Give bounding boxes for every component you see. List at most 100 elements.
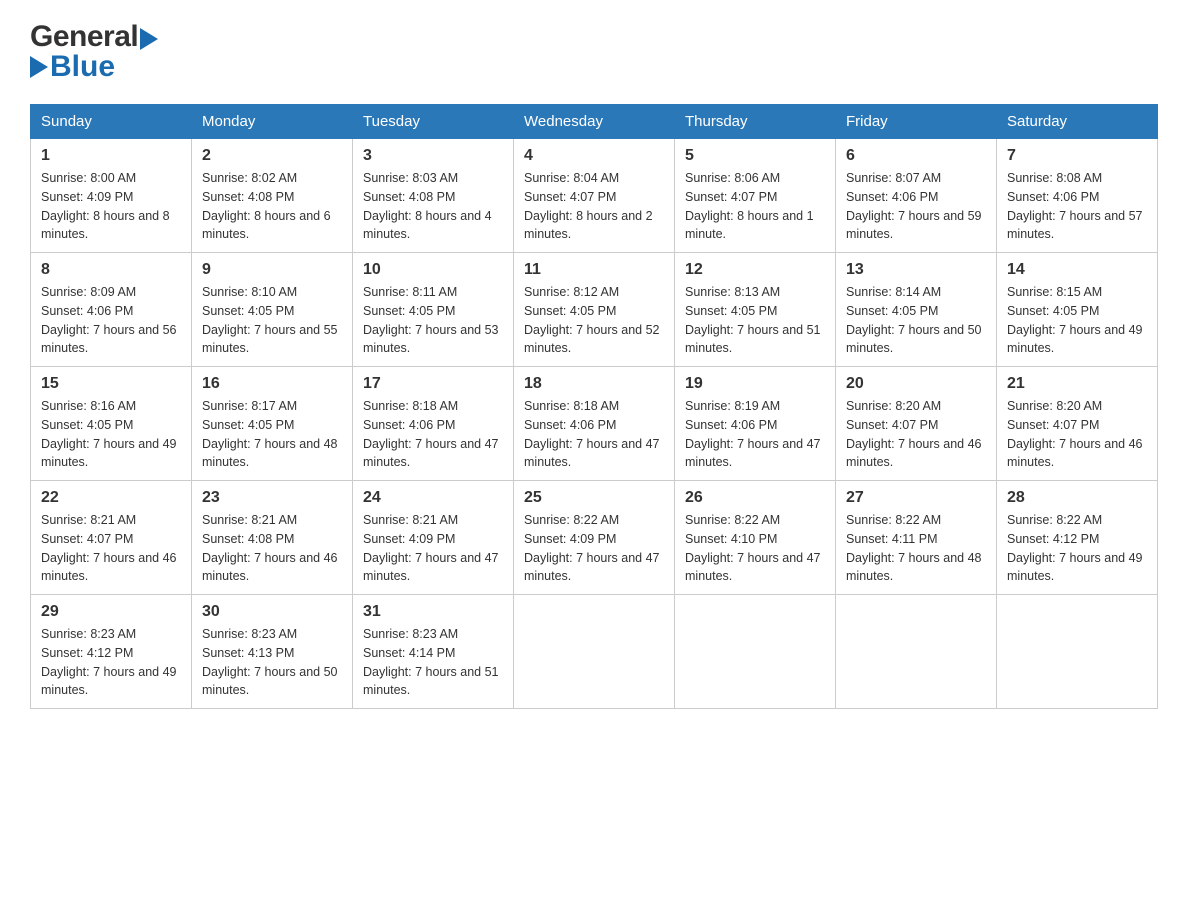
day-info: Sunrise: 8:15 AMSunset: 4:05 PMDaylight:…	[1007, 283, 1147, 358]
day-info: Sunrise: 8:22 AMSunset: 4:11 PMDaylight:…	[846, 511, 986, 586]
day-number: 21	[1007, 375, 1147, 393]
day-info: Sunrise: 8:23 AMSunset: 4:12 PMDaylight:…	[41, 625, 181, 700]
day-cell: 10Sunrise: 8:11 AMSunset: 4:05 PMDayligh…	[353, 253, 514, 367]
day-cell: 26 Sunrise: 8:22 AMSunset: 4:10 PMDayligh…	[675, 481, 836, 595]
week-row-3: 15Sunrise: 8:16 AMSunset: 4:05 PMDayligh…	[31, 367, 1158, 481]
day-cell: 1 Sunrise: 8:00 AMSunset: 4:09 PMDaylight…	[31, 139, 192, 253]
day-info: Sunrise: 8:22 AMSunset: 4:10 PMDaylight:…	[685, 511, 825, 586]
day-info: Sunrise: 8:00 AMSunset: 4:09 PMDaylight:…	[41, 169, 181, 244]
day-info: Sunrise: 8:06 AMSunset: 4:07 PMDaylight:…	[685, 169, 825, 244]
day-number: 27	[846, 489, 986, 507]
weekday-header-tuesday: Tuesday	[353, 105, 514, 139]
day-number: 15	[41, 375, 181, 393]
day-number: 3	[363, 147, 503, 165]
logo-blue-text: Blue	[50, 50, 115, 84]
day-info: Sunrise: 8:21 AMSunset: 4:09 PMDaylight:…	[363, 511, 503, 586]
day-number: 18	[524, 375, 664, 393]
day-cell: 7 Sunrise: 8:08 AMSunset: 4:06 PMDaylight…	[997, 139, 1158, 253]
day-cell: 21 Sunrise: 8:20 AMSunset: 4:07 PMDayligh…	[997, 367, 1158, 481]
day-info: Sunrise: 8:22 AMSunset: 4:09 PMDaylight:…	[524, 511, 664, 586]
day-number: 1	[41, 147, 181, 165]
day-number: 8	[41, 261, 181, 279]
day-cell: 20Sunrise: 8:20 AMSunset: 4:07 PMDayligh…	[836, 367, 997, 481]
day-number: 4	[524, 147, 664, 165]
day-info: Sunrise: 8:17 AMSunset: 4:05 PMDaylight:…	[202, 397, 342, 472]
day-number: 23	[202, 489, 342, 507]
day-number: 2	[202, 147, 342, 165]
page-header: General Blue	[30, 20, 1158, 84]
day-info: Sunrise: 8:19 AMSunset: 4:06 PMDaylight:…	[685, 397, 825, 472]
day-cell: 8 Sunrise: 8:09 AMSunset: 4:06 PMDaylight…	[31, 253, 192, 367]
header-row: SundayMondayTuesdayWednesdayThursdayFrid…	[31, 105, 1158, 139]
day-cell	[997, 595, 1158, 709]
day-number: 6	[846, 147, 986, 165]
day-info: Sunrise: 8:03 AMSunset: 4:08 PMDaylight:…	[363, 169, 503, 244]
day-cell: 6 Sunrise: 8:07 AMSunset: 4:06 PMDaylight…	[836, 139, 997, 253]
logo-arrow-icon	[140, 28, 158, 50]
day-info: Sunrise: 8:18 AMSunset: 4:06 PMDaylight:…	[363, 397, 503, 472]
day-cell	[675, 595, 836, 709]
day-number: 5	[685, 147, 825, 165]
weekday-header-monday: Monday	[192, 105, 353, 139]
day-number: 10	[363, 261, 503, 279]
day-number: 22	[41, 489, 181, 507]
day-info: Sunrise: 8:07 AMSunset: 4:06 PMDaylight:…	[846, 169, 986, 244]
logo-general-text: General	[30, 20, 138, 54]
day-cell: 29 Sunrise: 8:23 AMSunset: 4:12 PMDayligh…	[31, 595, 192, 709]
day-cell: 27 Sunrise: 8:22 AMSunset: 4:11 PMDayligh…	[836, 481, 997, 595]
day-cell: 5 Sunrise: 8:06 AMSunset: 4:07 PMDaylight…	[675, 139, 836, 253]
day-cell: 3 Sunrise: 8:03 AMSunset: 4:08 PMDaylight…	[353, 139, 514, 253]
day-cell: 22 Sunrise: 8:21 AMSunset: 4:07 PMDayligh…	[31, 481, 192, 595]
week-row-1: 1 Sunrise: 8:00 AMSunset: 4:09 PMDaylight…	[31, 139, 1158, 253]
day-cell: 25 Sunrise: 8:22 AMSunset: 4:09 PMDayligh…	[514, 481, 675, 595]
day-cell: 31 Sunrise: 8:23 AMSunset: 4:14 PMDayligh…	[353, 595, 514, 709]
day-cell: 12Sunrise: 8:13 AMSunset: 4:05 PMDayligh…	[675, 253, 836, 367]
day-info: Sunrise: 8:18 AMSunset: 4:06 PMDaylight:…	[524, 397, 664, 472]
calendar-table: SundayMondayTuesdayWednesdayThursdayFrid…	[30, 104, 1158, 709]
day-info: Sunrise: 8:09 AMSunset: 4:06 PMDaylight:…	[41, 283, 181, 358]
day-info: Sunrise: 8:22 AMSunset: 4:12 PMDaylight:…	[1007, 511, 1147, 586]
day-number: 24	[363, 489, 503, 507]
day-info: Sunrise: 8:21 AMSunset: 4:07 PMDaylight:…	[41, 511, 181, 586]
day-number: 16	[202, 375, 342, 393]
day-info: Sunrise: 8:20 AMSunset: 4:07 PMDaylight:…	[1007, 397, 1147, 472]
day-number: 7	[1007, 147, 1147, 165]
day-info: Sunrise: 8:02 AMSunset: 4:08 PMDaylight:…	[202, 169, 342, 244]
day-cell: 9 Sunrise: 8:10 AMSunset: 4:05 PMDaylight…	[192, 253, 353, 367]
day-cell: 15Sunrise: 8:16 AMSunset: 4:05 PMDayligh…	[31, 367, 192, 481]
day-cell: 19Sunrise: 8:19 AMSunset: 4:06 PMDayligh…	[675, 367, 836, 481]
weekday-header-sunday: Sunday	[31, 105, 192, 139]
day-info: Sunrise: 8:13 AMSunset: 4:05 PMDaylight:…	[685, 283, 825, 358]
day-number: 14	[1007, 261, 1147, 279]
day-number: 25	[524, 489, 664, 507]
day-number: 26	[685, 489, 825, 507]
day-number: 31	[363, 603, 503, 621]
day-cell: 30Sunrise: 8:23 AMSunset: 4:13 PMDayligh…	[192, 595, 353, 709]
week-row-2: 8 Sunrise: 8:09 AMSunset: 4:06 PMDaylight…	[31, 253, 1158, 367]
day-number: 29	[41, 603, 181, 621]
day-cell: 28 Sunrise: 8:22 AMSunset: 4:12 PMDayligh…	[997, 481, 1158, 595]
week-row-5: 29 Sunrise: 8:23 AMSunset: 4:12 PMDayligh…	[31, 595, 1158, 709]
logo-arrow2-icon	[30, 56, 48, 78]
day-info: Sunrise: 8:10 AMSunset: 4:05 PMDaylight:…	[202, 283, 342, 358]
week-row-4: 22 Sunrise: 8:21 AMSunset: 4:07 PMDayligh…	[31, 481, 1158, 595]
day-cell: 14 Sunrise: 8:15 AMSunset: 4:05 PMDayligh…	[997, 253, 1158, 367]
day-cell: 18 Sunrise: 8:18 AMSunset: 4:06 PMDayligh…	[514, 367, 675, 481]
day-number: 13	[846, 261, 986, 279]
day-info: Sunrise: 8:12 AMSunset: 4:05 PMDaylight:…	[524, 283, 664, 358]
day-cell	[514, 595, 675, 709]
weekday-header-thursday: Thursday	[675, 105, 836, 139]
day-number: 28	[1007, 489, 1147, 507]
day-info: Sunrise: 8:08 AMSunset: 4:06 PMDaylight:…	[1007, 169, 1147, 244]
logo: General Blue	[30, 20, 158, 84]
day-cell: 13 Sunrise: 8:14 AMSunset: 4:05 PMDayligh…	[836, 253, 997, 367]
day-info: Sunrise: 8:20 AMSunset: 4:07 PMDaylight:…	[846, 397, 986, 472]
day-number: 9	[202, 261, 342, 279]
day-info: Sunrise: 8:23 AMSunset: 4:14 PMDaylight:…	[363, 625, 503, 700]
weekday-header-friday: Friday	[836, 105, 997, 139]
day-cell	[836, 595, 997, 709]
day-info: Sunrise: 8:14 AMSunset: 4:05 PMDaylight:…	[846, 283, 986, 358]
day-cell: 2 Sunrise: 8:02 AMSunset: 4:08 PMDaylight…	[192, 139, 353, 253]
day-cell: 24 Sunrise: 8:21 AMSunset: 4:09 PMDayligh…	[353, 481, 514, 595]
day-number: 17	[363, 375, 503, 393]
